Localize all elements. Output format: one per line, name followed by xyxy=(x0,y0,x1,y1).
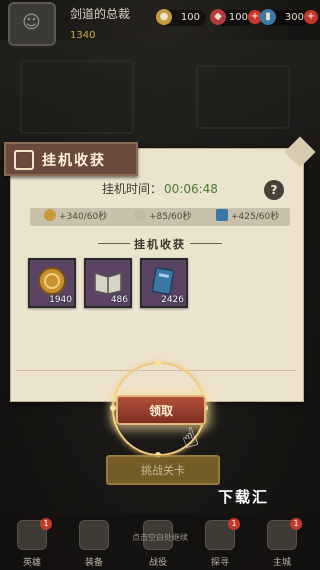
claim-button[interactable]: 领取 xyxy=(116,395,206,425)
panel-title-plate: 挂机收获 xyxy=(4,142,138,176)
idle-time-value: 00:06:48 xyxy=(164,182,218,196)
ring-dot xyxy=(155,360,161,366)
continue-hint: 点击空白处继续 xyxy=(132,533,188,542)
rate-coin: +340/60秒 xyxy=(44,208,107,226)
tab-label: 英雄 xyxy=(22,558,41,568)
tab-badge: 1 xyxy=(40,518,52,530)
card-plus-button[interactable]: + xyxy=(304,10,318,24)
coin-icon: ● xyxy=(156,9,172,25)
rate-coin-label: +340/60秒 xyxy=(59,212,108,222)
player-name: 剑道的总裁 xyxy=(70,7,131,21)
tab-label: 探寻 xyxy=(210,558,229,568)
tab-label: 装备 xyxy=(84,558,103,568)
rate-book: +85/60秒 xyxy=(134,208,191,226)
tab-label: 战役 xyxy=(148,558,167,568)
rate-card: +425/60秒 xyxy=(216,208,279,226)
idle-time-label: 挂机时间： xyxy=(102,182,163,196)
avatar-icon: ☺ xyxy=(22,12,41,33)
top-hud: ☺ 剑道的总裁 1340 ● 100 ◆ 100 + ▮ 300 + xyxy=(0,0,320,48)
coin-value: 100 xyxy=(180,12,200,23)
card-value: 300 xyxy=(284,12,304,23)
rate-book-label: +85/60秒 xyxy=(149,212,192,222)
item-count: 2426 xyxy=(161,295,184,305)
card-icon: ▮ xyxy=(260,9,276,25)
tab-battle[interactable]: 战役 xyxy=(134,520,182,568)
player-avatar[interactable]: ☺ xyxy=(8,2,56,46)
tab-hero[interactable]: 英雄 1 xyxy=(8,518,56,568)
power-value: 1340 xyxy=(70,30,96,41)
stamp-icon xyxy=(14,150,34,170)
reward-item[interactable]: 2426 xyxy=(140,258,188,308)
coin-counter: ● 100 xyxy=(156,9,206,26)
blue-card-icon xyxy=(151,267,175,295)
card-icon xyxy=(216,209,228,221)
reward-item[interactable]: 1940 xyxy=(28,258,76,308)
gold-coin-icon xyxy=(38,267,66,295)
tab-badge: 1 xyxy=(290,518,302,530)
open-book-icon xyxy=(94,271,122,295)
book-icon xyxy=(134,209,146,221)
help-button[interactable]: ? xyxy=(264,180,284,200)
claim-label: 领取 xyxy=(148,404,173,418)
rates-bar: +340/60秒 +85/60秒 +425/60秒 xyxy=(30,208,290,226)
panel-title: 挂机收获 xyxy=(42,153,106,169)
gem-counter: ◆ 100 + xyxy=(210,9,262,26)
tab-explore[interactable]: 探寻 1 xyxy=(196,518,244,568)
gem-icon: ◆ xyxy=(210,9,226,25)
card-counter: ▮ 300 + xyxy=(260,9,318,26)
challenge-label: 挑战关卡 xyxy=(141,464,185,477)
rate-card-label: +425/60秒 xyxy=(231,212,280,222)
tab-label: 主城 xyxy=(272,558,291,568)
tab-equipment[interactable]: 装备 xyxy=(70,520,118,568)
tab-city[interactable]: 主城 1 xyxy=(258,518,306,568)
gem-value: 100 xyxy=(228,12,248,23)
tab-badge: 1 xyxy=(228,518,240,530)
item-count: 486 xyxy=(110,295,128,305)
coin-icon xyxy=(44,209,56,221)
watermark-text: 下载汇 xyxy=(218,488,270,506)
item-count: 1940 xyxy=(49,295,72,305)
section-title: 挂机收获 xyxy=(0,236,320,252)
challenge-button[interactable]: 挑战关卡 xyxy=(106,455,220,485)
reward-item[interactable]: 486 xyxy=(84,258,132,308)
